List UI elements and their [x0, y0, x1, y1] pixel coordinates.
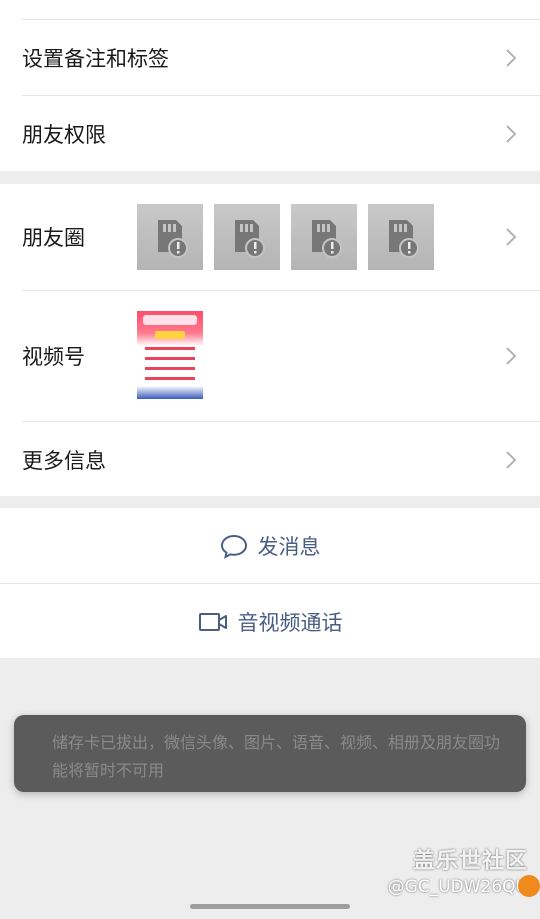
channels-video-thumbnail	[137, 311, 203, 399]
storage-removed-toast: 储存卡已拔出，微信头像、图片、语音、视频、相册及朋友圈功能将暂时不可用	[14, 715, 526, 792]
sd-card-alert-icon	[389, 220, 419, 258]
sd-card-alert-icon	[158, 220, 188, 258]
row-label: 视频号	[22, 345, 85, 369]
top-spacer	[0, 0, 540, 19]
row-label: 朋友权限	[22, 122, 106, 147]
video-call-label: 音视频通话	[237, 610, 343, 635]
row-label: 朋友圈	[22, 226, 85, 250]
send-message-label: 发消息	[257, 534, 321, 559]
settings-group: 设置备注和标签 朋友权限	[0, 0, 540, 171]
community-watermark: 盖乐世社区 @GC_UDW26QU	[388, 843, 528, 897]
moments-thumbnail	[291, 204, 357, 270]
chevron-right-icon	[506, 228, 517, 246]
row-label: 更多信息	[22, 448, 106, 473]
chat-bubble-icon	[220, 534, 247, 559]
toast-text: 储存卡已拔出，微信头像、图片、语音、视频、相册及朋友圈功能将暂时不可用	[52, 733, 501, 780]
row-more-info[interactable]: 更多信息	[0, 422, 540, 497]
row-moments[interactable]: 朋友圈	[0, 184, 540, 290]
row-friend-permissions[interactable]: 朋友权限	[0, 96, 540, 171]
moments-thumbnail	[137, 204, 203, 270]
row-channels[interactable]: 视频号	[0, 291, 540, 421]
row-set-remark-and-tags[interactable]: 设置备注和标签	[0, 20, 540, 95]
chevron-right-icon	[506, 450, 517, 469]
chevron-right-icon	[506, 48, 517, 67]
actions-group: 发消息 音视频通话	[0, 508, 540, 658]
video-call-button[interactable]: 音视频通话	[0, 584, 540, 659]
row-label: 设置备注和标签	[22, 46, 169, 71]
moments-thumbnail	[368, 204, 434, 270]
moments-thumbnails	[137, 204, 434, 270]
moments-thumbnail	[214, 204, 280, 270]
send-message-button[interactable]: 发消息	[0, 508, 540, 583]
chevron-right-icon	[506, 347, 517, 365]
watermark-title: 盖乐世社区	[412, 849, 528, 874]
sd-card-alert-icon	[235, 220, 265, 258]
watermark-logo-icon	[518, 875, 540, 897]
video-camera-icon	[198, 612, 227, 631]
profile-info-group: 朋友圈 视频号 更多信息	[0, 184, 540, 496]
chevron-right-icon	[506, 124, 517, 143]
home-indicator[interactable]	[190, 904, 350, 909]
sd-card-alert-icon	[312, 220, 342, 258]
watermark-handle: @GC_UDW26QU	[387, 877, 528, 897]
